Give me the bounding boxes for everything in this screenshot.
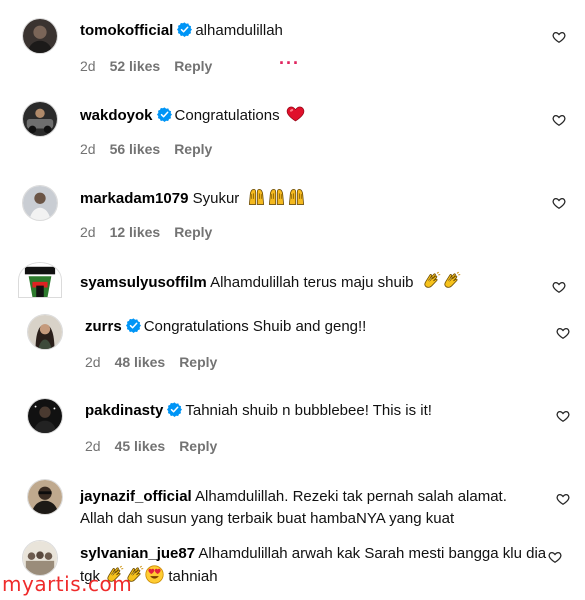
comment-meta: 2d 56 likes Reply [80, 141, 226, 157]
comment-text: Tahniah shuib n bubblebee! This is it! [185, 402, 432, 419]
username[interactable]: wakdoyok [80, 107, 153, 124]
avatar[interactable] [22, 101, 58, 137]
verified-badge-icon [177, 22, 192, 37]
comment-time: 2d [80, 58, 96, 74]
heart-outline-icon[interactable] [552, 196, 566, 210]
comment-text: alhamdulillah [195, 22, 283, 39]
heart-outline-icon[interactable] [552, 280, 566, 294]
like-count[interactable]: 48 likes [115, 354, 166, 370]
avatar[interactable] [18, 262, 62, 298]
heart-outline-icon[interactable] [552, 30, 566, 44]
comment-body: markadam1079 Syukur [80, 187, 306, 208]
username[interactable]: tomokofficial [80, 22, 173, 39]
reply-button[interactable]: Reply [174, 141, 212, 157]
heart-outline-icon[interactable] [556, 409, 570, 423]
like-count[interactable]: 52 likes [110, 58, 161, 74]
raising-hands-emoji [247, 187, 266, 206]
reply-button[interactable]: Reply [179, 438, 217, 454]
username[interactable]: jaynazif_official [80, 488, 192, 505]
comment-text: Congratulations [174, 107, 280, 124]
like-count[interactable]: 56 likes [110, 141, 161, 157]
comment-time: 2d [80, 141, 96, 157]
comment-body: wakdoyok Congratulations [80, 104, 305, 125]
username[interactable]: sylvanian_jue87 [80, 545, 195, 562]
like-count[interactable]: 12 likes [110, 224, 161, 240]
raising-hands-emoji [287, 187, 306, 206]
comment-meta: 2d 48 likes Reply [85, 354, 231, 370]
heart-outline-icon[interactable] [548, 550, 562, 564]
comment-body: sylvanian_jue87 Alhamdulillah arwah kak … [80, 543, 550, 588]
comment-text: Syukur [192, 190, 240, 207]
username[interactable]: pakdinasty [85, 402, 163, 419]
avatar[interactable] [22, 185, 58, 221]
comment-body: jaynazif_official Alhamdulillah. Rezeki … [80, 486, 540, 530]
avatar[interactable] [22, 18, 58, 54]
heart-outline-icon[interactable] [552, 113, 566, 127]
comment-time: 2d [80, 224, 96, 240]
comment-text: Congratulations Shuib and geng!! [143, 318, 367, 335]
watermark: myartis.com [2, 572, 133, 596]
avatar[interactable] [27, 479, 63, 515]
reply-button[interactable]: Reply [174, 58, 212, 74]
comment-meta: 2d 12 likes Reply [80, 224, 226, 240]
comment-time: 2d [85, 438, 101, 454]
reply-button[interactable]: Reply [174, 224, 212, 240]
raising-hands-emoji [267, 187, 286, 206]
avatar[interactable] [27, 398, 63, 434]
clapping-hands-emoji [442, 271, 461, 290]
verified-badge-icon [126, 318, 141, 333]
like-count[interactable]: 45 likes [115, 438, 166, 454]
avatar[interactable] [27, 314, 63, 350]
comment-body: pakdinasty Tahniah shuib n bubblebee! Thi… [85, 401, 432, 420]
reply-button[interactable]: Reply [179, 354, 217, 370]
comment-meta: 2d 52 likes Reply [80, 58, 226, 74]
avatar[interactable] [22, 540, 58, 576]
verified-badge-icon [167, 402, 182, 417]
comment-text: Alhamdulillah terus maju shuib [210, 274, 414, 291]
red-heart-emoji [286, 104, 305, 123]
username[interactable]: zurrs [85, 318, 122, 335]
comment-text-after: tahniah [168, 568, 218, 585]
verified-badge-icon [157, 107, 172, 122]
comment-meta: 2d 45 likes Reply [85, 438, 231, 454]
username[interactable]: syamsulyusoffilm [80, 274, 207, 291]
username[interactable]: markadam1079 [80, 190, 188, 207]
comment-body: syamsulyusoffilm Alhamdulillah terus maj… [80, 271, 461, 292]
comment-body: tomokofficial alhamdulillah [80, 21, 283, 40]
clapping-hands-emoji [422, 271, 441, 290]
heart-outline-icon[interactable] [556, 492, 570, 506]
loading-dots: ... [279, 48, 301, 68]
heart-outline-icon[interactable] [556, 326, 570, 340]
comment-time: 2d [85, 354, 101, 370]
comment-body: zurrs Congratulations Shuib and geng!! [85, 317, 366, 336]
heart-eyes-emoji [145, 565, 164, 584]
